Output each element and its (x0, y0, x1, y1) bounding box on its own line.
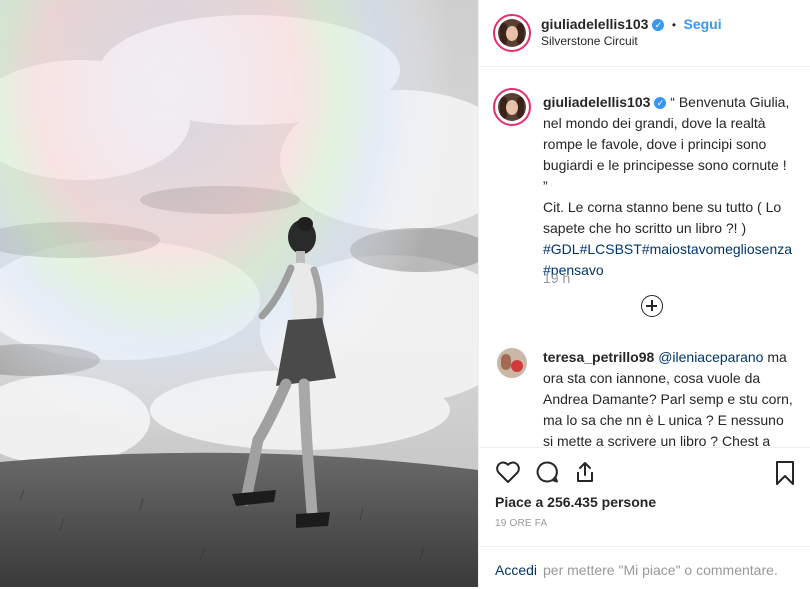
comment-line: ora sta con iannone, cosa vuole da (543, 370, 761, 386)
action-bar: Piace a 256.435 persone 19 ORE FA Accedi… (479, 447, 810, 588)
comment-line: Andrea Damante? Parl semp e stu corn, (543, 391, 793, 407)
caption-verified-badge-icon: ✓ (654, 97, 667, 110)
post-location[interactable]: Silverstone Circuit (541, 34, 638, 48)
caption-hashtags[interactable]: #pensavo (543, 260, 801, 281)
commenter-avatar[interactable] (497, 348, 527, 378)
heart-icon[interactable] (495, 460, 521, 484)
bookmark-icon[interactable] (775, 460, 795, 486)
caption-line: bugiardi e le principesse sono cornute ! (543, 157, 787, 173)
comment-mention[interactable]: @ileniaceparano (658, 349, 763, 365)
caption-author-avatar[interactable] (493, 88, 531, 126)
caption-line: rompe le favole, dove i principi sono (543, 136, 767, 152)
login-prompt-text: per mettere "Mi piace" o commentare. (543, 562, 778, 578)
comment-text: teresa_petrillo98 @ileniaceparano ma ora… (543, 347, 801, 447)
comment-line: si mette a scrivere un libro ? Chest a (543, 433, 771, 447)
caption-timestamp: 19 h (543, 270, 571, 286)
separator-dot: • (671, 18, 677, 32)
post-photo[interactable] (0, 0, 478, 587)
caption-line: Cit. Le corna stanno bene su tutto ( Lo (543, 199, 782, 215)
plus-circle-icon[interactable] (641, 295, 663, 317)
caption-username[interactable]: giuliadelellis103 (543, 94, 650, 110)
caption-text: giuliadelellis103 ✓ “ Benvenuta Giulia, n… (543, 92, 801, 281)
caption-hashtags[interactable]: #GDL#LCSBST#maiostavomegliosenza (543, 239, 801, 260)
header-line: giuliadelellis103 ✓ • Segui (541, 16, 722, 34)
post-view: giuliadelellis103 ✓ • Segui Silverstone C… (0, 0, 810, 587)
caption-line: sapete che ho scritto un libro ?! ) (543, 220, 747, 236)
comment-icon[interactable] (535, 460, 559, 484)
login-link[interactable]: Accedi (495, 562, 537, 578)
caption-line: “ Benvenuta Giulia, (670, 94, 790, 110)
photo-illustration (0, 0, 478, 587)
follow-button[interactable]: Segui (684, 16, 722, 32)
post-date[interactable]: 19 ORE FA (495, 518, 547, 529)
share-icon[interactable] (573, 460, 597, 484)
author-avatar[interactable] (493, 14, 531, 52)
comment-line: ma (763, 349, 787, 365)
comments-section[interactable]: giuliadelellis103 ✓ “ Benvenuta Giulia, n… (479, 67, 810, 447)
comment-line: ma lo sa che nn è L unica ? E nessuno (543, 412, 784, 428)
comment-box: Accedi per mettere "Mi piace" o commenta… (479, 546, 810, 589)
likes-count[interactable]: Piace a 256.435 persone (495, 494, 656, 510)
post-side-panel: giuliadelellis103 ✓ • Segui Silverstone C… (478, 0, 810, 587)
verified-badge-icon: ✓ (652, 18, 665, 31)
caption-line: nel mondo dei grandi, dove la realtà (543, 115, 766, 131)
author-username[interactable]: giuliadelellis103 (541, 16, 648, 32)
commenter-username[interactable]: teresa_petrillo98 (543, 349, 654, 365)
caption-line: ” (543, 178, 548, 194)
post-header: giuliadelellis103 ✓ • Segui Silverstone C… (479, 0, 810, 67)
